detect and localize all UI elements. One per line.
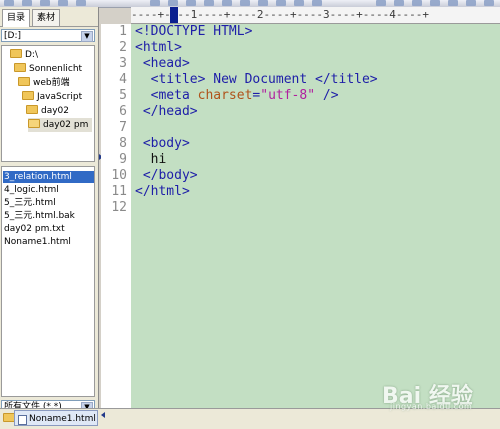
column-ruler: ----+----1----+----2----+----3----+----4…: [131, 7, 500, 24]
code-tag-token: />: [315, 88, 339, 103]
file-item[interactable]: Noname1.html: [3, 236, 94, 248]
file-item[interactable]: 5_三元.html: [3, 197, 94, 209]
file-item[interactable]: 5_三元.html.bak: [3, 210, 94, 222]
code-line[interactable]: </html>: [135, 184, 190, 200]
toolbar-button[interactable]: [76, 0, 86, 6]
toolbar-button[interactable]: [258, 0, 268, 6]
tab-directory[interactable]: 目录: [2, 9, 31, 27]
drive-select[interactable]: [D:] ▼: [1, 29, 95, 42]
folder-tree: D:\ Sonnenlicht web前端 JavaScript day02 d…: [1, 45, 95, 162]
line-number: 4: [119, 72, 127, 87]
code-line[interactable]: </body>: [135, 168, 198, 184]
toolbar-button[interactable]: [430, 0, 440, 6]
folder-icon: [26, 105, 38, 114]
toolbar-button[interactable]: [58, 0, 68, 6]
toolbar-button[interactable]: [276, 0, 286, 6]
folder-label: web前端: [33, 78, 70, 88]
file-browser-panel: 目录 素材 [D:] ▼ D:\ Sonnenlicht web前端 JavaS…: [0, 7, 99, 416]
code-line[interactable]: </head>: [135, 104, 198, 120]
toolbar-button[interactable]: [22, 0, 32, 6]
folder-item[interactable]: day02: [26, 104, 69, 118]
folder-label: day02: [41, 106, 70, 116]
toolbar-button[interactable]: [448, 0, 458, 6]
code-line[interactable]: <!DOCTYPE HTML>: [135, 24, 252, 40]
folder-icon: [22, 91, 34, 100]
file-item-selected[interactable]: 3_relation.html: [3, 171, 94, 183]
line-number: 6: [119, 104, 127, 119]
code-editor[interactable]: <!DOCTYPE HTML> <html> <head> <title> Ne…: [131, 24, 500, 408]
folder-label: D:\: [25, 50, 38, 60]
baidu-jingyan-watermark: Bai 经验 jingyan.baidu.com: [382, 374, 494, 414]
folder-icon: [18, 77, 30, 86]
document-icon: [18, 415, 27, 425]
folder-icon: [10, 49, 22, 58]
line-number: 2: [119, 40, 127, 55]
code-line[interactable]: <meta charset="utf-8" />: [135, 88, 339, 104]
code-string-token: "utf-8": [260, 88, 316, 103]
toolbar-button[interactable]: [412, 0, 422, 6]
toolbar-button[interactable]: [150, 0, 160, 6]
ruler-cursor-marker: [170, 7, 178, 23]
code-line[interactable]: <html>: [135, 40, 182, 56]
tab-clipart[interactable]: 素材: [32, 9, 61, 26]
folder-label: Sonnenlicht: [29, 64, 83, 74]
line-number: 7: [119, 120, 127, 135]
toolbar-button[interactable]: [204, 0, 214, 6]
line-number-gutter: 1 2 3 4 5 6 7 8 9 10 11 12: [101, 24, 131, 408]
code-line[interactable]: <body>: [135, 136, 190, 152]
toolbar-button[interactable]: [294, 0, 304, 6]
folder-label: day02 pm: [43, 120, 89, 130]
toolbar-button[interactable]: [240, 0, 250, 6]
drive-select-value: [D:]: [4, 31, 21, 41]
panel-tabs: 目录 素材: [0, 7, 98, 27]
code-attr-token: charset: [197, 88, 253, 103]
line-number: 8: [119, 136, 127, 151]
line-number: 11: [111, 184, 127, 199]
folder-label: JavaScript: [37, 92, 83, 102]
code-line[interactable]: <head>: [135, 56, 190, 72]
toolbar-button[interactable]: [4, 0, 14, 6]
file-list: 3_relation.html 4_logic.html 5_三元.html 5…: [1, 166, 95, 397]
tab-noname1[interactable]: Noname1.html: [14, 410, 98, 426]
file-item[interactable]: day02 pm.txt: [3, 223, 94, 235]
line-number: 3: [119, 56, 127, 71]
folder-icon: [14, 63, 26, 72]
folder-item-selected[interactable]: day02 pm: [28, 118, 93, 132]
toolbar-button[interactable]: [466, 0, 476, 6]
toolbar-button[interactable]: [40, 0, 50, 6]
code-tag-token: <meta: [135, 88, 198, 103]
chevron-down-icon[interactable]: ▼: [81, 31, 93, 42]
toolbar-button[interactable]: [186, 0, 196, 6]
scroll-left-icon[interactable]: [101, 412, 105, 418]
folder-item[interactable]: JavaScript: [22, 90, 82, 104]
code-line[interactable]: hi: [135, 152, 167, 168]
toolbar-button[interactable]: [168, 0, 178, 6]
folder-item[interactable]: D:\: [10, 48, 38, 62]
toolbar-button[interactable]: [222, 0, 232, 6]
folder-item[interactable]: web前端: [18, 76, 70, 90]
toolbar-button[interactable]: [394, 0, 404, 6]
toolbar-button[interactable]: [484, 0, 494, 6]
tab-label: Noname1.html: [29, 414, 96, 424]
toolbar-button[interactable]: [376, 0, 386, 6]
line-number: 5: [119, 88, 127, 103]
line-number: 12: [111, 200, 127, 215]
folder-item[interactable]: Sonnenlicht: [14, 62, 82, 76]
open-folder-icon: [28, 119, 40, 128]
line-number: 9: [119, 152, 127, 167]
line-number: 1: [119, 24, 127, 39]
toolbar-button[interactable]: [312, 0, 322, 6]
watermark-url: jingyan.baidu.com: [390, 402, 473, 411]
file-item[interactable]: 4_logic.html: [3, 184, 94, 196]
code-line[interactable]: <title> New Document </title>: [135, 72, 378, 88]
line-number: 10: [111, 168, 127, 183]
